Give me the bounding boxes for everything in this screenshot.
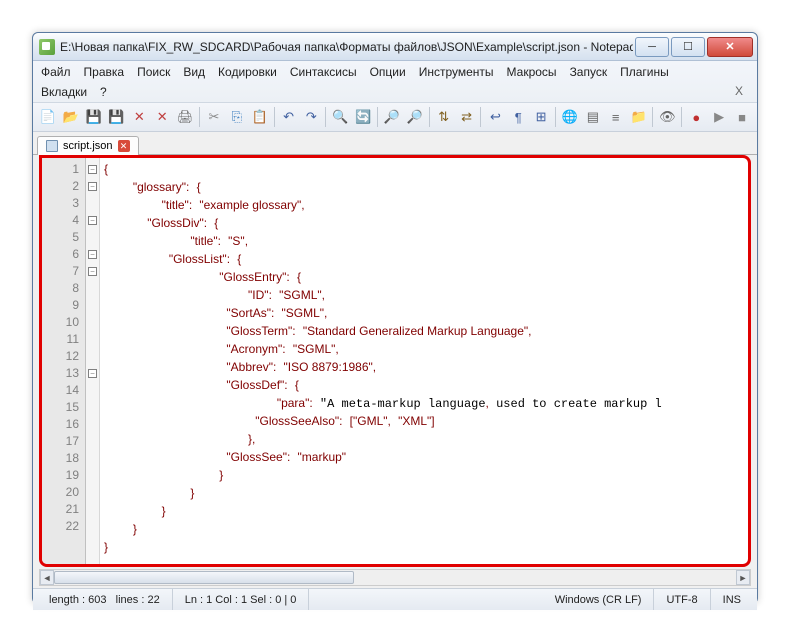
replace-icon[interactable]: 🔄 <box>352 106 374 128</box>
menu-плагины[interactable]: Плагины <box>618 64 671 80</box>
menu-close-icon[interactable]: X <box>735 84 751 100</box>
maximize-button[interactable]: ☐ <box>671 37 705 57</box>
status-encoding: UTF-8 <box>654 589 710 610</box>
close-icon[interactable]: ✕ <box>128 106 150 128</box>
menu-кодировки[interactable]: Кодировки <box>216 64 279 80</box>
open-file-icon[interactable]: 📂 <box>60 106 82 128</box>
file-icon <box>46 140 58 152</box>
zoom-in-icon[interactable]: 🔎 <box>381 106 403 128</box>
menu-вид[interactable]: Вид <box>181 64 207 80</box>
sync-v-icon[interactable]: ⇅ <box>433 106 455 128</box>
redo-icon[interactable]: ↷ <box>300 106 322 128</box>
play-icon[interactable]: ▶ <box>708 106 730 128</box>
menubar: Файл Правка Поиск Вид Кодировки Синтаксисы Опц… <box>33 61 757 102</box>
titlebar: E:\Новая папка\FIX_RW_SDCARD\Рабочая пап… <box>33 33 757 61</box>
monitor-icon[interactable]: 👁 <box>656 106 678 128</box>
find-icon[interactable]: 🔍 <box>329 106 351 128</box>
tabbar: script.json ✕ <box>33 132 757 155</box>
doc-map-icon[interactable]: ▤ <box>582 106 604 128</box>
copy-icon[interactable]: ⎘ <box>226 106 248 128</box>
stop-icon[interactable]: ■ <box>731 106 753 128</box>
status-mode: INS <box>711 589 753 610</box>
wordwrap-icon[interactable]: ↩ <box>484 106 506 128</box>
lang-icon[interactable]: 🌐 <box>559 106 581 128</box>
status-eol: Windows (CR LF) <box>543 589 655 610</box>
record-icon[interactable]: ● <box>685 106 707 128</box>
sync-h-icon[interactable]: ⇄ <box>456 106 478 128</box>
save-icon[interactable]: 💾 <box>83 106 105 128</box>
tab-label: script.json <box>63 140 113 152</box>
close-all-icon[interactable]: ✕ <box>151 106 173 128</box>
scroll-left-button[interactable]: ◄ <box>40 570 54 585</box>
window-title: E:\Новая папка\FIX_RW_SDCARD\Рабочая пап… <box>60 40 633 54</box>
save-all-icon[interactable]: 💾 <box>106 106 128 128</box>
minimize-button[interactable]: ─ <box>635 37 669 57</box>
menu-вкладки[interactable]: Вкладки <box>39 84 89 100</box>
paste-icon[interactable]: 📋 <box>249 106 271 128</box>
undo-icon[interactable]: ↶ <box>278 106 300 128</box>
menu-опции[interactable]: Опции <box>368 64 408 80</box>
toolbar: 📄📂💾💾✕✕🖨✂⎘📋↶↷🔍🔄🔎🔎⇅⇄↩¶⊞🌐▤≡📁👁●▶■ <box>33 102 757 132</box>
menu-файл[interactable]: Файл <box>39 64 73 80</box>
statusbar: length : 603 lines : 22 Ln : 1 Col : 1 S… <box>33 588 757 610</box>
app-window: E:\Новая папка\FIX_RW_SDCARD\Рабочая пап… <box>32 32 758 604</box>
menu-запуск[interactable]: Запуск <box>568 64 610 80</box>
menu-правка[interactable]: Правка <box>82 64 127 80</box>
indent-guide-icon[interactable]: ⊞ <box>530 106 552 128</box>
status-length: length : 603 lines : 22 <box>37 589 173 610</box>
menu-инструменты[interactable]: Инструменты <box>417 64 496 80</box>
status-position: Ln : 1 Col : 1 Sel : 0 | 0 <box>173 589 310 610</box>
menu-синтаксисы[interactable]: Синтаксисы <box>288 64 359 80</box>
new-file-icon[interactable]: 📄 <box>37 106 59 128</box>
editor[interactable]: 12345678910111213141516171819202122 −−−−… <box>39 155 751 567</box>
scroll-right-button[interactable]: ► <box>736 570 750 585</box>
horizontal-scrollbar[interactable]: ◄ ► <box>39 569 751 586</box>
cut-icon[interactable]: ✂ <box>203 106 225 128</box>
folder-view-icon[interactable]: 📁 <box>628 106 650 128</box>
zoom-out-icon[interactable]: 🔎 <box>404 106 426 128</box>
scroll-thumb[interactable] <box>54 571 354 584</box>
file-tab[interactable]: script.json ✕ <box>37 136 139 155</box>
fold-gutter: −−−−−− <box>86 158 100 564</box>
allchars-icon[interactable]: ¶ <box>507 106 529 128</box>
line-number-gutter: 12345678910111213141516171819202122 <box>42 158 86 564</box>
menu-?[interactable]: ? <box>98 84 109 100</box>
menu-макросы[interactable]: Макросы <box>505 64 559 80</box>
app-icon <box>39 39 55 55</box>
code-area[interactable]: { "glossary": { "title": "example glossa… <box>100 158 748 564</box>
tab-close-button[interactable]: ✕ <box>118 140 130 152</box>
print-icon[interactable]: 🖨 <box>174 106 196 128</box>
close-button[interactable]: ✕ <box>707 37 753 57</box>
menu-поиск[interactable]: Поиск <box>135 64 172 80</box>
window-buttons: ─ ☐ ✕ <box>633 37 753 57</box>
func-list-icon[interactable]: ≡ <box>605 106 627 128</box>
